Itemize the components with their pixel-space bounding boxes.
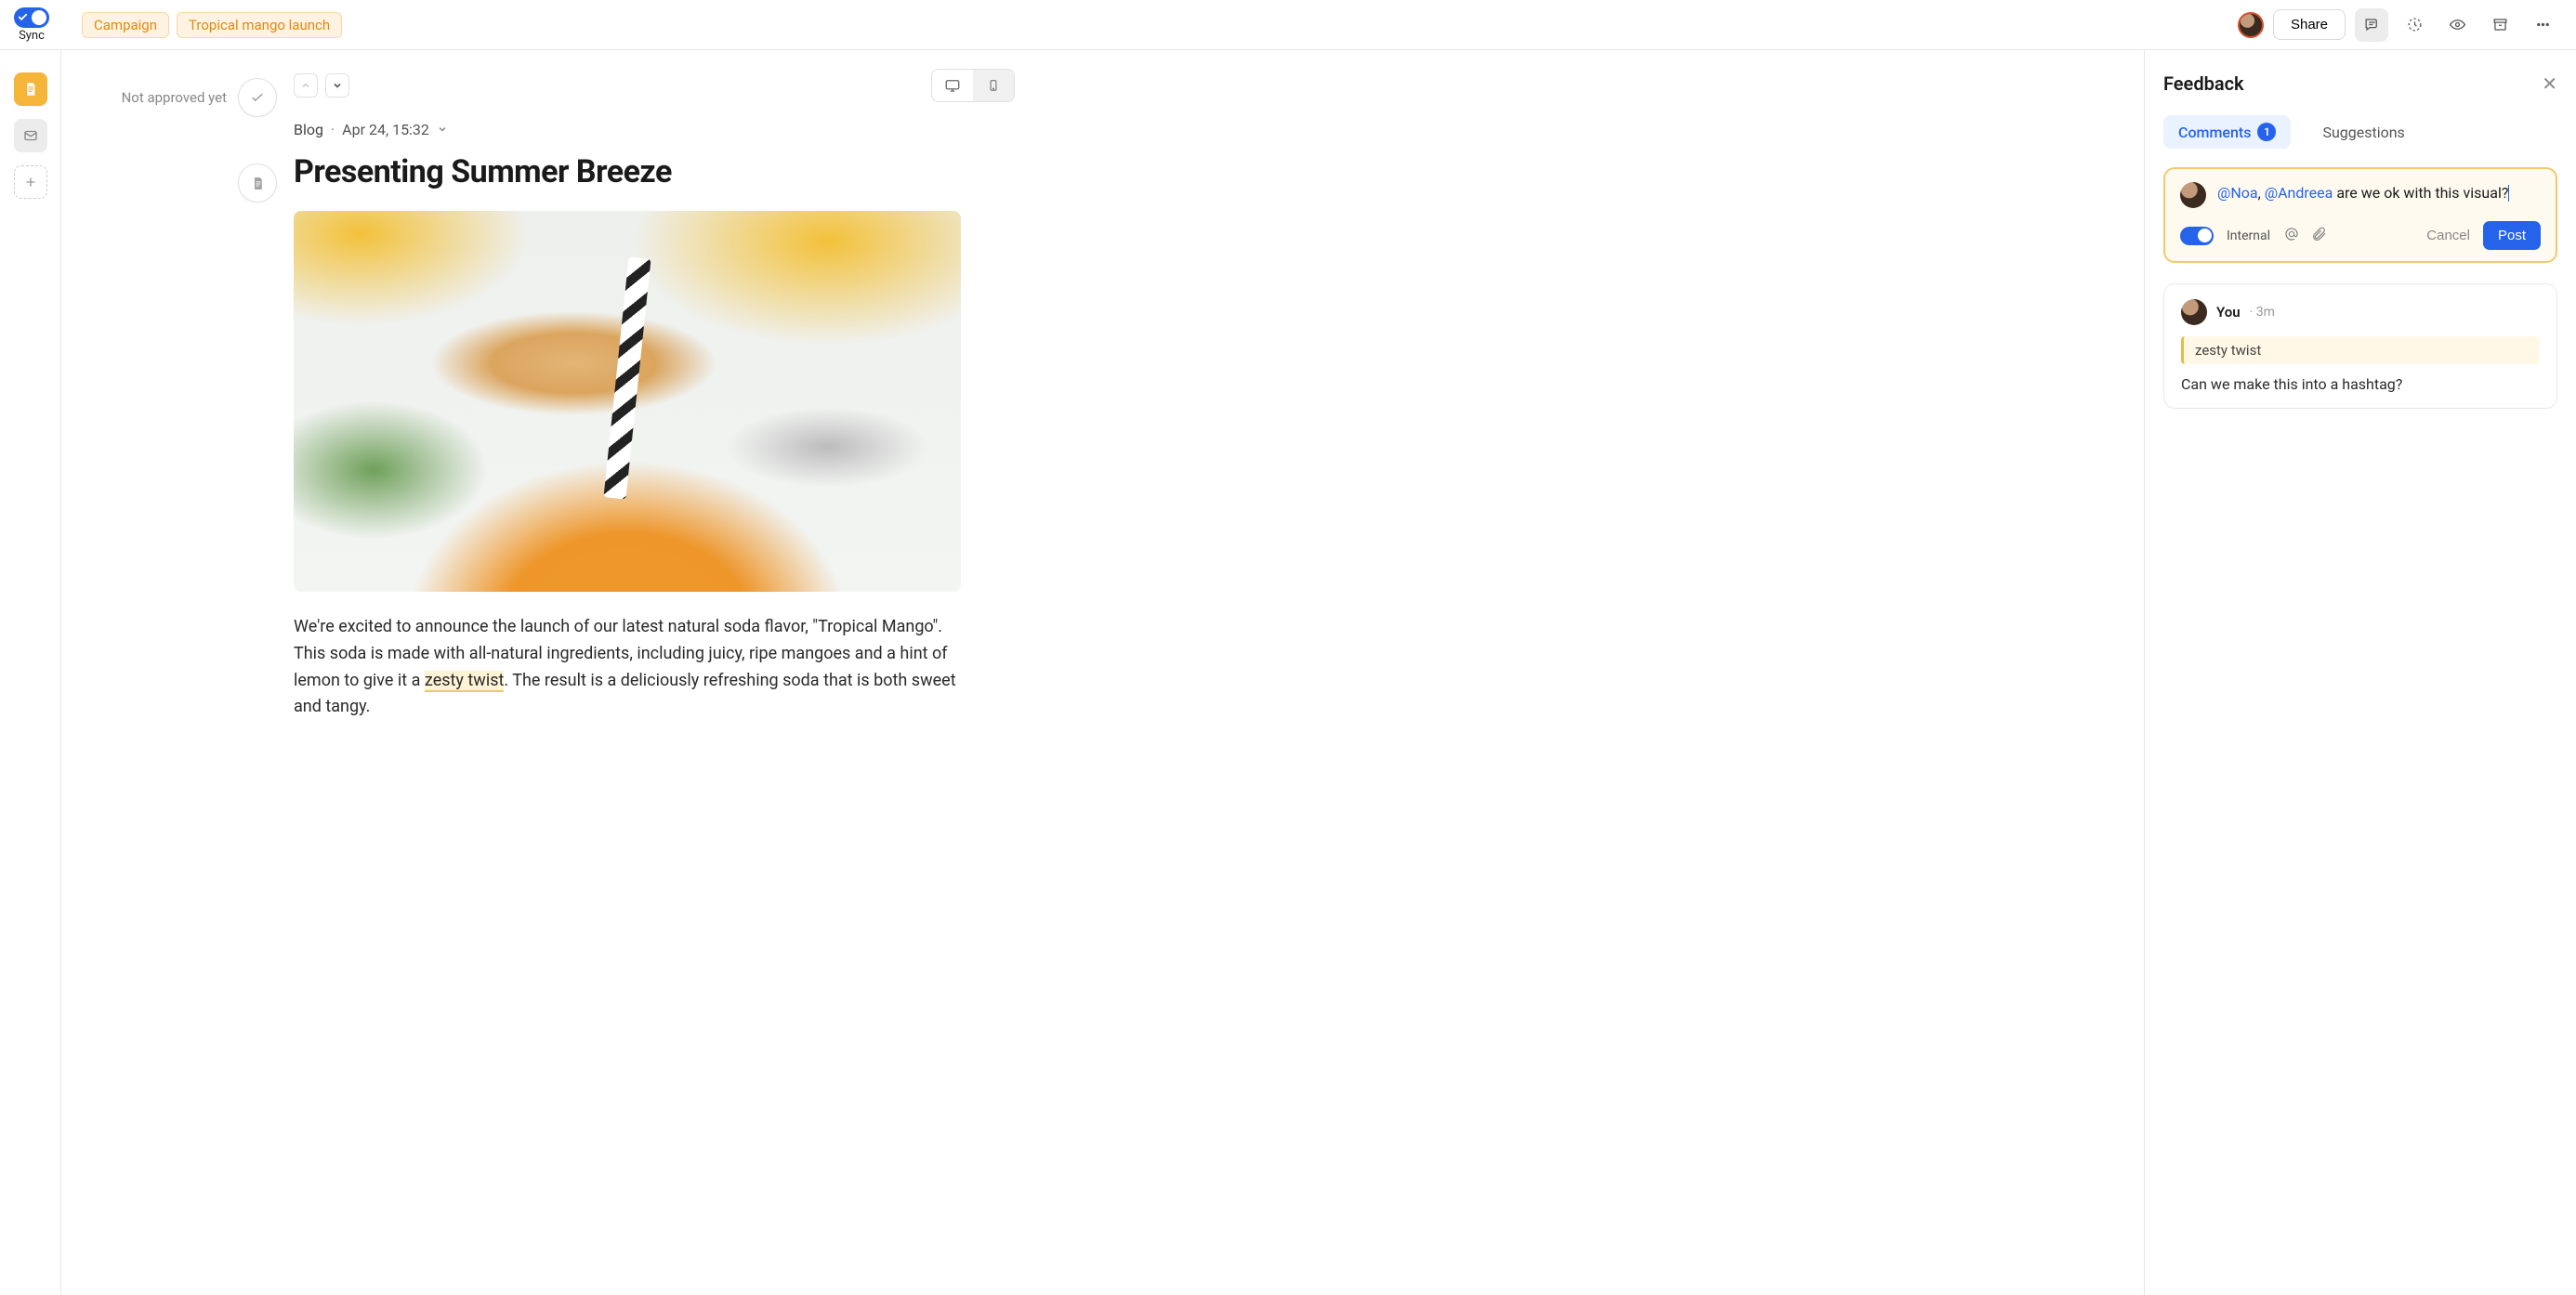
- approve-button[interactable]: [238, 78, 277, 117]
- comment-time: · 3m: [2250, 305, 2275, 320]
- internal-toggle[interactable]: [2180, 227, 2214, 245]
- left-rail: [0, 50, 61, 1295]
- post-title[interactable]: Presenting Summer Breeze: [294, 153, 1015, 190]
- internal-label: Internal: [2227, 229, 2270, 243]
- top-header: Sync Campaign Tropical mango launch Shar…: [0, 0, 2576, 50]
- comment-avatar: [2181, 299, 2207, 325]
- post-date: Apr 24, 15:32: [342, 121, 429, 138]
- nav-down-button[interactable]: [325, 73, 349, 98]
- tag-campaign[interactable]: Campaign: [82, 12, 169, 38]
- history-icon[interactable]: [2398, 8, 2431, 42]
- mention-noa[interactable]: @Noa: [2217, 184, 2258, 202]
- archive-icon[interactable]: [2483, 8, 2517, 42]
- check-icon: [18, 12, 28, 22]
- comments-icon[interactable]: [2355, 8, 2388, 42]
- nav-up-button[interactable]: [294, 73, 318, 98]
- cancel-button[interactable]: Cancel: [2426, 228, 2470, 243]
- post-button[interactable]: Post: [2483, 221, 2541, 250]
- comment-author: You: [2216, 304, 2241, 320]
- sync-toggle[interactable]: [14, 7, 49, 28]
- attachment-button[interactable]: [238, 164, 277, 203]
- sync-label: Sync: [19, 29, 45, 43]
- sync-area: Sync: [9, 7, 54, 43]
- close-icon[interactable]: ✕: [2542, 72, 2557, 95]
- preview-icon[interactable]: [2440, 8, 2474, 42]
- desktop-view-button[interactable]: [932, 70, 973, 101]
- rail-mail-button[interactable]: [14, 119, 47, 152]
- main-content: Blog · Apr 24, 15:32 Presenting Summer B…: [294, 50, 1037, 1295]
- highlighted-text[interactable]: zesty twist: [425, 671, 504, 692]
- post-meta[interactable]: Blog · Apr 24, 15:32: [294, 121, 1015, 138]
- device-toggle: [931, 69, 1015, 102]
- attach-icon[interactable]: [2311, 226, 2328, 246]
- rail-add-button[interactable]: [14, 165, 47, 199]
- tag-topic[interactable]: Tropical mango launch: [177, 12, 342, 38]
- post-channel: Blog: [294, 121, 323, 138]
- rail-document-button[interactable]: [14, 72, 47, 106]
- share-button[interactable]: Share: [2273, 9, 2346, 40]
- more-icon[interactable]: [2526, 8, 2559, 42]
- user-avatar[interactable]: [2238, 12, 2264, 38]
- mention-icon[interactable]: [2283, 226, 2300, 246]
- panel-title: Feedback: [2163, 72, 2244, 95]
- approval-status: Not approved yet: [122, 89, 227, 106]
- comments-count-badge: 1: [2257, 123, 2276, 141]
- chevron-down-icon: [437, 121, 448, 138]
- hero-image[interactable]: [294, 211, 961, 592]
- feedback-tabs: Comments 1 Suggestions: [2163, 115, 2557, 149]
- feedback-panel: Feedback ✕ Comments 1 Suggestions @Noa, …: [2144, 50, 2576, 1295]
- composer-input[interactable]: @Noa, @Andreea are we ok with this visua…: [2217, 182, 2541, 204]
- tab-comments[interactable]: Comments 1: [2163, 115, 2291, 149]
- mobile-view-button[interactable]: [973, 70, 1014, 101]
- comment-composer: @Noa, @Andreea are we ok with this visua…: [2163, 167, 2557, 263]
- composer-avatar: [2180, 182, 2206, 208]
- left-gutter: Not approved yet: [61, 50, 294, 1295]
- comment-body: Can we make this into a hashtag?: [2181, 375, 2540, 393]
- post-paragraph[interactable]: We're excited to announce the launch of …: [294, 614, 961, 721]
- tab-suggestions[interactable]: Suggestions: [2307, 115, 2419, 149]
- comment-card[interactable]: You · 3m zesty twist Can we make this in…: [2163, 283, 2557, 409]
- header-tags: Campaign Tropical mango launch: [82, 12, 342, 38]
- comment-quote: zesty twist: [2181, 336, 2540, 364]
- mention-andreea[interactable]: @Andreea: [2265, 184, 2333, 202]
